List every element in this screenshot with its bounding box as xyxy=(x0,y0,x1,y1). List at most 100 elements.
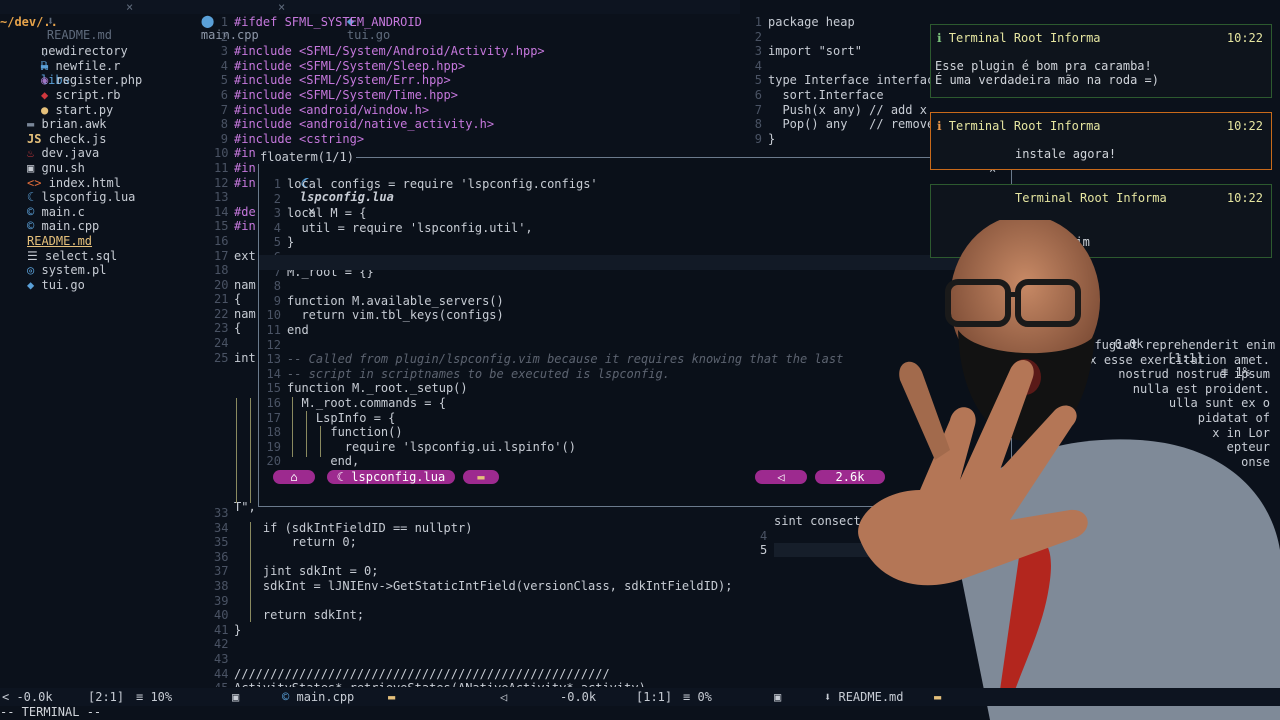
line-number: 13 xyxy=(266,352,281,367)
floaterm-status-file: ☾ lspconfig.lua xyxy=(327,470,455,484)
tab-main-cpp[interactable]: ⬤ main.cpp xyxy=(172,0,259,42)
line-number: 3 xyxy=(273,206,281,221)
go-icon: ◆ xyxy=(27,277,35,292)
tree-root[interactable]: ~/dev/.. xyxy=(0,15,58,30)
line-number: 20 xyxy=(266,454,281,469)
markdown-icon: ⬇ xyxy=(824,690,832,704)
line-number: 45 xyxy=(214,681,228,687)
line-number: 39 xyxy=(214,593,229,608)
tree-item-system-pl[interactable]: ◎ system.pl xyxy=(27,263,107,278)
tree-item-label: lspconfig.lua xyxy=(41,190,136,205)
c-icon: © xyxy=(27,204,35,219)
code-text: function M._root._setup() xyxy=(287,381,468,396)
status-file-label: main.cpp xyxy=(296,690,355,704)
code-text: { xyxy=(234,292,242,307)
presenter-photo xyxy=(858,220,1280,720)
line-number: 12 xyxy=(214,175,229,190)
tab-tui-go[interactable]: ◆ tui.go xyxy=(318,0,390,42)
code-text: ext xyxy=(234,248,256,263)
tree-item-main-cpp[interactable]: © main.cpp xyxy=(27,219,99,234)
line-number: 40 xyxy=(214,608,229,623)
code-line: 5 type Interface interfac xyxy=(750,73,930,88)
code-line: 8 Pop() any // remove xyxy=(750,117,930,132)
line-number: 11 xyxy=(266,322,281,337)
notification[interactable]: ℹ Terminal Root Informa 10:22 Esse plugi… xyxy=(930,24,1272,98)
code-text: Pop() any // remove xyxy=(768,117,930,132)
line-number: 23 xyxy=(214,321,229,336)
line-number: 25 xyxy=(214,350,229,365)
tree-item-start-py[interactable]: ● start.py xyxy=(41,103,113,118)
terminal-icon: ▣ xyxy=(27,161,35,175)
home-button[interactable]: ⌂ xyxy=(273,470,315,484)
code-text: #ifdef SFML_SYSTEM_ANDROID xyxy=(234,15,422,29)
notification-title: ℹ Terminal Root Informa xyxy=(937,119,1101,133)
python-icon: ● xyxy=(41,102,49,117)
code-line: 2 xyxy=(750,30,930,45)
line-number: 36 xyxy=(214,549,229,564)
code-line: 5 #include <SFML/System/Err.hpp> xyxy=(214,73,744,88)
home-icon: ⌂ xyxy=(290,470,298,484)
code-text: type Interface interfac xyxy=(768,73,930,88)
line-number: 42 xyxy=(214,637,229,652)
folder-icon[interactable]: ▬ xyxy=(388,690,395,704)
terminal-icon: ▣ xyxy=(232,690,240,704)
line-number: 24 xyxy=(214,336,229,351)
line-number: 5 xyxy=(220,73,228,88)
status-file[interactable]: © main.cpp xyxy=(282,690,354,704)
line-number: 14 xyxy=(266,366,281,381)
code-text: sort.Interface xyxy=(768,87,884,102)
folder-button[interactable]: ▬ xyxy=(463,470,499,484)
code-line: 6 sort.Interface xyxy=(750,88,930,103)
code-text: #include <android/window.h> xyxy=(234,102,430,117)
code-line: 1 package heap xyxy=(750,15,930,30)
status-file[interactable]: ⬇ README.md xyxy=(824,690,904,704)
code-text: return sdkInt; xyxy=(234,608,365,623)
tab-readme[interactable]: ⬇ README.md xyxy=(18,0,112,42)
editor-pane-go[interactable]: 1 package heap 2 3 import "sort" 4 5 type Inter… xyxy=(750,15,930,155)
tree-item-newfile-r[interactable]: ℝ newfile.r xyxy=(41,59,121,74)
code-text: -- Called from plugin/lspconfig.vim beca… xyxy=(287,352,844,367)
line-number: 41 xyxy=(214,622,229,637)
line-number: 1 xyxy=(754,15,762,29)
ruby-icon: ◆ xyxy=(41,88,49,102)
tree-item-label: script.rb xyxy=(55,88,121,102)
tree-item-register-php[interactable]: ◉ register.php xyxy=(41,73,142,88)
tree-item-gnu-sh[interactable]: ▣ gnu.sh xyxy=(27,161,85,176)
code-text: ////////////////////////////////////////… xyxy=(234,666,610,681)
tree-item-check-js[interactable]: JS check.js xyxy=(27,132,106,147)
line-number: 44 xyxy=(214,666,229,681)
indent-guide xyxy=(250,522,252,622)
tree-item-select-sql[interactable]: ☰ select.sql xyxy=(27,249,117,264)
tab-readme-close[interactable]: × xyxy=(126,0,133,14)
tree-item-tui-go[interactable]: ◆ tui.go xyxy=(27,278,85,293)
code-text: } xyxy=(768,131,776,146)
tree-item-brian-awk[interactable]: ▬ brian.awk xyxy=(27,117,107,132)
line-number: 18 xyxy=(266,425,281,440)
notification[interactable]: ℹ Terminal Root Informa 10:22 instale ag… xyxy=(930,112,1272,170)
tree-item-dev-java[interactable]: ♨ dev.java xyxy=(27,146,99,161)
code-line: 6 #include <SFML/System/Time.hpp> xyxy=(214,88,744,103)
line-number: 14 xyxy=(214,204,229,219)
tree-item-newdirectory[interactable]: newdirectory xyxy=(41,44,128,59)
line-number: 3 xyxy=(220,44,228,59)
tree-item-index-html[interactable]: <> index.html xyxy=(27,176,121,191)
tree-item-label: dev.java xyxy=(41,146,100,161)
code-text: #in xyxy=(234,175,256,190)
js-icon: JS xyxy=(27,131,42,146)
tree-item-libs[interactable]: ⌄ ▬ libs xyxy=(12,30,70,87)
code-line: 9 #include <cstring> xyxy=(214,132,744,147)
tree-item-lspconfig-lua[interactable]: ☾ lspconfig.lua xyxy=(27,190,135,205)
vim-mode-button[interactable]: ◁ xyxy=(755,470,807,484)
tab-bar: ⬇ README.md × ⬤ main.cpp × ◆ tui.go xyxy=(0,0,740,42)
tree-item-script-rb[interactable]: ◆ script.rb xyxy=(41,88,121,103)
line-number: 17 xyxy=(266,410,281,425)
line-number: 9 xyxy=(220,131,228,146)
status-size: -0.0k xyxy=(560,690,597,704)
tree-item-readme[interactable]: README.md xyxy=(27,234,92,249)
tree-item-main-c[interactable]: © main.c xyxy=(27,205,85,220)
folder-icon[interactable]: ▬ xyxy=(934,690,941,704)
code-text: #include <android/native_activity.h> xyxy=(234,117,495,132)
code-line: 42 xyxy=(214,637,733,652)
tab-main-cpp-close[interactable]: × xyxy=(278,0,285,14)
glasses-bridge xyxy=(1006,292,1020,297)
